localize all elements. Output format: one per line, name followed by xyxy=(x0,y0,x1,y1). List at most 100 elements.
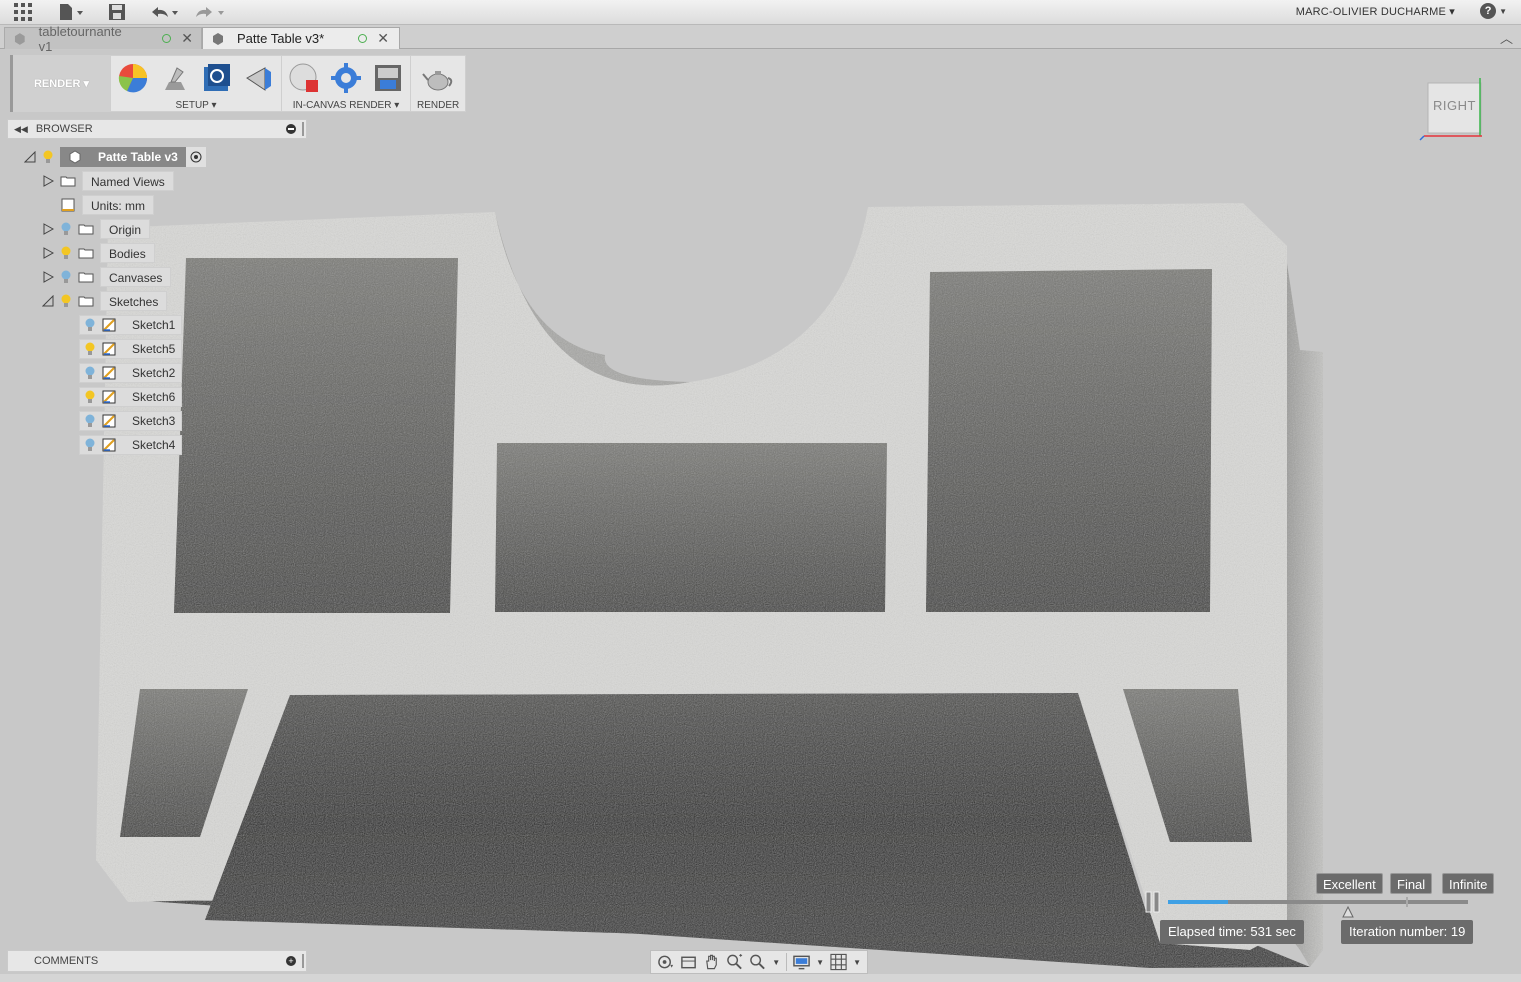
render-label: RENDER xyxy=(417,100,460,111)
folder-icon xyxy=(78,224,94,235)
render-progress-bar xyxy=(1168,900,1468,904)
physical-material-icon[interactable] xyxy=(159,62,191,94)
redo-icon[interactable] xyxy=(192,3,226,21)
tool-groups: SETUP ▾ IN-CANVAS RENDER ▾ RENDER xyxy=(110,55,467,112)
teapot-render-icon[interactable] xyxy=(422,62,454,94)
expand-triangle-icon[interactable] xyxy=(42,223,54,235)
file-menu-icon[interactable] xyxy=(58,3,84,21)
chevron-down-icon: ▼ xyxy=(1499,6,1507,16)
add-comment-icon[interactable]: + xyxy=(286,956,296,966)
expand-triangle-icon[interactable] xyxy=(42,175,54,187)
quality-excellent-button[interactable]: Excellent xyxy=(1316,873,1383,894)
in-canvas-render-group[interactable]: IN-CANVAS RENDER ▾ xyxy=(282,56,411,111)
in-canvas-render-icon[interactable] xyxy=(288,62,320,94)
look-at-icon[interactable] xyxy=(680,953,697,971)
appearance-icon[interactable] xyxy=(117,62,149,94)
display-settings-icon[interactable] xyxy=(793,953,810,971)
sketch-item[interactable]: Sketch2 xyxy=(79,363,183,383)
tree-item-origin[interactable]: Origin xyxy=(42,219,151,239)
grid-settings-icon[interactable] xyxy=(830,953,847,971)
toolbar: RENDER ▾ SETUP ▾ IN-CANVAS RENDER ▾ REND… xyxy=(10,55,467,112)
close-icon[interactable]: ✕ xyxy=(181,30,193,47)
visibility-bulb-icon[interactable] xyxy=(84,318,96,332)
sync-status-icon xyxy=(162,34,172,43)
save-icon[interactable] xyxy=(108,3,126,21)
collapse-triangle-icon[interactable] xyxy=(42,295,54,307)
sketch-icon xyxy=(102,390,116,404)
tree-item-units[interactable]: Units: mm xyxy=(60,195,154,215)
render-group[interactable]: RENDER xyxy=(411,56,465,111)
sketch-item[interactable]: Sketch3 xyxy=(79,411,183,431)
quality-final-button[interactable]: Final xyxy=(1390,873,1433,894)
undo-icon[interactable] xyxy=(148,3,182,21)
zoom-icon[interactable] xyxy=(726,953,743,971)
help-button[interactable]: ? ▼ xyxy=(1480,3,1507,19)
render-progress-fill xyxy=(1168,900,1228,904)
expand-triangle-icon[interactable] xyxy=(42,271,54,283)
decal-icon[interactable] xyxy=(201,62,233,94)
folder-icon xyxy=(60,176,76,187)
sketch-item[interactable]: Sketch5 xyxy=(79,339,183,359)
tab-patte-table[interactable]: Patte Table v3* ✕ xyxy=(202,27,400,49)
rendered-model[interactable] xyxy=(0,50,1521,982)
quality-infinite-button[interactable]: Infinite xyxy=(1442,873,1495,894)
chevron-down-icon[interactable]: ▼ xyxy=(853,958,861,967)
in-canvas-render-label: IN-CANVAS RENDER ▾ xyxy=(292,100,400,111)
visibility-bulb-icon[interactable] xyxy=(60,246,72,260)
sketch-item[interactable]: Sketch6 xyxy=(79,387,183,407)
scene-settings-icon[interactable] xyxy=(243,62,275,94)
comments-panel-header[interactable]: COMMENTS + xyxy=(7,950,307,972)
visibility-bulb-icon[interactable] xyxy=(84,390,96,404)
tree-item-bodies[interactable]: Bodies xyxy=(42,243,155,263)
root-component-label[interactable]: Patte Table v3 xyxy=(60,147,186,167)
chevron-down-icon[interactable]: ▼ xyxy=(816,958,824,967)
apps-grid-icon[interactable] xyxy=(14,3,32,21)
resize-grip-icon[interactable] xyxy=(302,954,304,968)
pan-hand-icon[interactable] xyxy=(703,953,720,971)
visibility-bulb-icon[interactable] xyxy=(84,414,96,428)
resize-grip-icon[interactable] xyxy=(302,122,304,136)
visibility-bulb-icon[interactable] xyxy=(84,342,96,356)
collapse-triangle-icon[interactable] xyxy=(24,151,36,163)
sketch-item[interactable]: Sketch1 xyxy=(79,315,183,335)
fit-zoom-icon[interactable] xyxy=(749,953,766,971)
sketch-item[interactable]: Sketch4 xyxy=(79,435,183,455)
comments-title: COMMENTS xyxy=(34,955,99,967)
pin-icon[interactable] xyxy=(286,124,296,134)
browser-title: BROWSER xyxy=(35,123,93,135)
collapse-panel-icon[interactable]: ◀◀ xyxy=(14,124,28,135)
chevron-up-icon[interactable]: ︿ xyxy=(1500,28,1513,47)
activate-component-icon[interactable] xyxy=(185,147,206,167)
chevron-down-icon[interactable]: ▼ xyxy=(772,958,780,967)
visibility-bulb-icon[interactable] xyxy=(84,438,96,452)
visibility-bulb-icon[interactable] xyxy=(84,366,96,380)
close-icon[interactable]: ✕ xyxy=(377,30,389,47)
tab-label: Patte Table v3* xyxy=(237,31,325,46)
browser-panel-header[interactable]: ◀◀ BROWSER xyxy=(7,119,307,139)
quality-slider-handle-icon[interactable] xyxy=(1342,906,1354,918)
folder-icon xyxy=(78,248,94,259)
elapsed-time-readout: Elapsed time: 531 sec xyxy=(1160,920,1304,944)
tab-tabletournante[interactable]: tabletournante v1 ✕ xyxy=(4,24,202,54)
tree-item-sketches[interactable]: Sketches xyxy=(42,291,168,311)
title-bar: MARC-OLIVIER DUCHARME ▾ ? ▼ xyxy=(0,0,1521,25)
setup-group[interactable]: SETUP ▾ xyxy=(111,56,282,111)
visibility-bulb-icon[interactable] xyxy=(60,294,72,308)
expand-triangle-icon[interactable] xyxy=(42,247,54,259)
visibility-bulb-icon[interactable] xyxy=(60,222,72,236)
workspace-switcher[interactable]: RENDER ▾ xyxy=(10,55,110,112)
tree-item-named-views[interactable]: Named Views xyxy=(42,171,174,191)
visibility-bulb-icon[interactable] xyxy=(60,270,72,284)
user-menu[interactable]: MARC-OLIVIER DUCHARME ▾ xyxy=(1296,5,1455,18)
orbit-icon[interactable] xyxy=(657,953,674,971)
tree-item-canvases[interactable]: Canvases xyxy=(42,267,172,287)
pause-icon[interactable] xyxy=(1144,891,1162,913)
settings-gear-icon[interactable] xyxy=(330,62,362,94)
visibility-bulb-icon[interactable] xyxy=(42,150,54,164)
render-canvas[interactable] xyxy=(0,50,1521,982)
capture-image-icon[interactable] xyxy=(372,62,404,94)
sketch-icon xyxy=(102,318,116,332)
view-cube-face[interactable]: RIGHT xyxy=(1428,98,1481,113)
tree-root[interactable]: Patte Table v3 xyxy=(24,147,206,167)
navigation-bar: ▼ ▼ ▼ xyxy=(650,950,868,974)
